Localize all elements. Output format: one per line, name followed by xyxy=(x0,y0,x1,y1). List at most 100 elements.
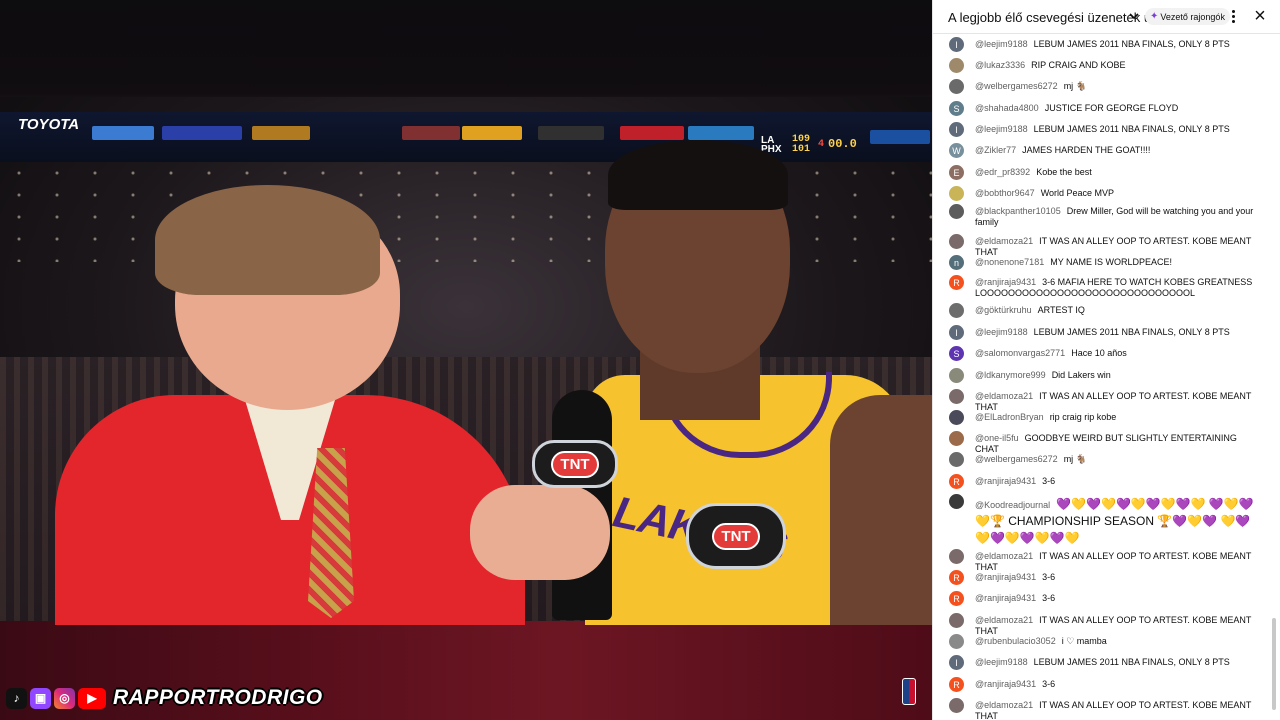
avatar[interactable]: l xyxy=(949,122,964,137)
chat-author-name[interactable]: @leejim9188 xyxy=(975,39,1028,49)
chat-author-name[interactable]: @salomonvargas2771 xyxy=(975,348,1065,358)
chat-message-body: @ranjiraja9431 3-6 MAFIA HERE TO WATCH KO… xyxy=(975,275,1255,300)
chat-message-body: @welbergames6272 mj 🐐 xyxy=(975,452,1255,465)
avatar[interactable]: S xyxy=(949,346,964,361)
avatar[interactable]: l xyxy=(949,325,964,340)
close-icon[interactable]: × xyxy=(1252,6,1268,26)
avatar[interactable] xyxy=(949,79,964,94)
chat-author-name[interactable]: @leejim9188 xyxy=(975,657,1028,667)
ad-board xyxy=(92,126,154,140)
chat-author-name[interactable]: @ldkanymore999 xyxy=(975,370,1046,380)
chat-author-name[interactable]: @blackpanther10105 xyxy=(975,206,1061,216)
avatar[interactable] xyxy=(949,549,964,564)
more-options-icon[interactable] xyxy=(1224,7,1242,25)
chat-author-name[interactable]: @leejim9188 xyxy=(975,124,1028,134)
chat-message-body: @leejim9188 LEBUM JAMES 2011 NBA FINALS, … xyxy=(975,37,1255,50)
chat-message-text: 3-6 xyxy=(1042,572,1056,582)
chat-message-text: MY NAME IS WORLDPEACE! xyxy=(1050,257,1173,267)
chat-message-text: rip craig rip kobe xyxy=(1049,412,1117,422)
chat-message-body: @ElLadronBryan rip craig rip kobe xyxy=(975,410,1255,423)
avatar[interactable]: n xyxy=(949,255,964,270)
arena-lights xyxy=(0,162,932,262)
chat-message-text: World Peace MVP xyxy=(1040,188,1115,198)
reporter-hair xyxy=(155,185,380,295)
chat-author-name[interactable]: @ranjiraja9431 xyxy=(975,476,1036,486)
chat-message-body: @edr_pr8392 Kobe the best xyxy=(975,165,1255,178)
star-icon: ✦ xyxy=(1150,11,1159,22)
avatar[interactable] xyxy=(949,389,964,404)
avatar[interactable] xyxy=(949,58,964,73)
chat-author-name[interactable]: @göktürkruhu xyxy=(975,305,1032,315)
chat-author-name[interactable]: @rubenbulacio3052 xyxy=(975,636,1056,646)
chat-author-name[interactable]: @nonenone7181 xyxy=(975,257,1044,267)
avatar[interactable]: S xyxy=(949,101,964,116)
avatar[interactable]: E xyxy=(949,165,964,180)
chat-header: A legjobb élő csevegési üzenetek új... ✦… xyxy=(933,0,1280,34)
avatar[interactable] xyxy=(949,431,964,446)
avatar[interactable]: W xyxy=(949,143,964,158)
chat-author-name[interactable]: @eldamoza21 xyxy=(975,236,1033,246)
chat-message-body: @lukaz3336 RIP CRAIG AND KOBE xyxy=(975,58,1255,71)
chat-author-name[interactable]: @one-il5fu xyxy=(975,433,1019,443)
avatar[interactable]: l xyxy=(949,37,964,52)
avatar[interactable]: l xyxy=(949,655,964,670)
avatar[interactable] xyxy=(949,410,964,425)
chat-author-name[interactable]: @lukaz3336 xyxy=(975,60,1025,70)
tiktok-icon: ♪ xyxy=(6,687,27,709)
live-chat-panel: A legjobb élő csevegési üzenetek új... ✦… xyxy=(932,0,1280,720)
chat-author-name[interactable]: @bobthor9647 xyxy=(975,188,1035,198)
avatar[interactable] xyxy=(949,368,964,383)
avatar[interactable]: R xyxy=(949,570,964,585)
nba-logo-icon xyxy=(902,678,916,705)
ad-board xyxy=(620,126,684,140)
chevron-down-icon[interactable] xyxy=(1128,10,1140,22)
video-player[interactable]: TOYOTA LA PHX 109 101 4 00.0 LAKERS TNT … xyxy=(0,0,932,720)
chat-message-body: @Koodreadjournal 💜💛💜💛💜💛💜💛💜💛 💜💛💜💛🏆 CHAMPIO… xyxy=(975,494,1255,547)
chat-scrollbar[interactable] xyxy=(1272,618,1276,710)
tnt-logo-overlay: TNT xyxy=(686,503,786,569)
chat-author-name[interactable]: @welbergames6272 xyxy=(975,454,1058,464)
avatar[interactable] xyxy=(949,452,964,467)
ad-board xyxy=(870,130,930,144)
chat-message-body: @bobthor9647 World Peace MVP xyxy=(975,186,1255,199)
avatar[interactable] xyxy=(949,186,964,201)
chat-author-name[interactable]: @eldamoza21 xyxy=(975,391,1033,401)
chat-message-body: @göktürkruhu ARTEST IQ xyxy=(975,303,1255,316)
chat-message-text: Did Lakers win xyxy=(1051,370,1111,380)
avatar[interactable]: R xyxy=(949,474,964,489)
chat-message-list[interactable]: l @leejim9188 LEBUM JAMES 2011 NBA FINALS,… xyxy=(933,34,1280,720)
chat-author-name[interactable]: @edr_pr8392 xyxy=(975,167,1030,177)
chat-author-name[interactable]: @ranjiraja9431 xyxy=(975,277,1036,287)
chat-author-name[interactable]: @Zikler77 xyxy=(975,145,1016,155)
chat-message-text: JAMES HARDEN THE GOAT!!!! xyxy=(1022,145,1151,155)
avatar[interactable] xyxy=(949,634,964,649)
chat-author-name[interactable]: @shahada4800 xyxy=(975,103,1039,113)
chat-message-text: LEBUM JAMES 2011 NBA FINALS, ONLY 8 PTS xyxy=(1033,39,1230,49)
chat-message-body: @rubenbulacio3052 i ♡ mamba xyxy=(975,634,1255,647)
chat-author-name[interactable]: @eldamoza21 xyxy=(975,551,1033,561)
avatar[interactable] xyxy=(949,698,964,713)
chat-message-text: Hace 10 años xyxy=(1071,348,1127,358)
chat-author-name[interactable]: @ranjiraja9431 xyxy=(975,572,1036,582)
avatar[interactable]: R xyxy=(949,275,964,290)
chat-message-body: @eldamoza21 IT WAS AN ALLEY OOP TO ARTEST… xyxy=(975,698,1255,720)
avatar[interactable]: R xyxy=(949,677,964,692)
avatar[interactable]: R xyxy=(949,591,964,606)
chat-message-body: @ranjiraja9431 3-6 xyxy=(975,474,1255,487)
chat-author-name[interactable]: @leejim9188 xyxy=(975,327,1028,337)
ad-board xyxy=(688,126,754,140)
chat-author-name[interactable]: @eldamoza21 xyxy=(975,700,1033,710)
avatar[interactable] xyxy=(949,303,964,318)
top-fans-filter-chip[interactable]: ✦ Vezető rajongók xyxy=(1145,8,1230,25)
avatar[interactable] xyxy=(949,494,964,509)
chat-message-text: i ♡ mamba xyxy=(1061,636,1107,646)
chat-author-name[interactable]: @Koodreadjournal xyxy=(975,500,1050,510)
chat-author-name[interactable]: @ranjiraja9431 xyxy=(975,593,1036,603)
avatar[interactable] xyxy=(949,204,964,219)
chat-author-name[interactable]: @welbergames6272 xyxy=(975,81,1058,91)
avatar[interactable] xyxy=(949,613,964,628)
avatar[interactable] xyxy=(949,234,964,249)
chat-author-name[interactable]: @eldamoza21 xyxy=(975,615,1033,625)
chat-author-name[interactable]: @ElLadronBryan xyxy=(975,412,1044,422)
chat-author-name[interactable]: @ranjiraja9431 xyxy=(975,679,1036,689)
